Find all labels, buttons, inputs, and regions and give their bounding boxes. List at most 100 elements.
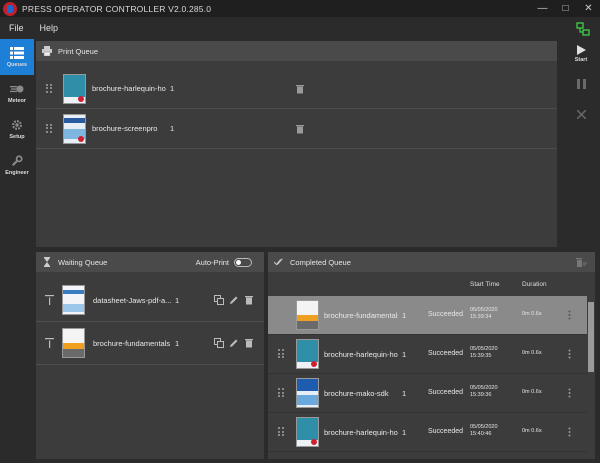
left-navigation: Queues Meteor Setup Engineer xyxy=(0,39,34,463)
gear-icon xyxy=(12,119,22,130)
nav-queues[interactable]: Queues xyxy=(0,39,34,75)
more-options-icon[interactable] xyxy=(568,388,571,398)
job-name: brochure-screenpro xyxy=(92,124,158,133)
document-thumbnail xyxy=(296,300,319,330)
table-row[interactable]: brochure-harlequin-ho... 1 Succeeded 05/… xyxy=(268,413,595,452)
job-copies: 1 xyxy=(402,389,407,398)
menu-file[interactable]: File xyxy=(0,23,32,33)
document-thumbnail xyxy=(63,113,86,144)
job-copies: 1 xyxy=(170,124,175,133)
nav-engineer[interactable]: Engineer xyxy=(0,147,34,183)
job-start-time: 05/05/2020 15:39:36 xyxy=(470,385,498,398)
completed-queue-columns: Start Time Duration xyxy=(268,272,595,296)
document-thumbnail xyxy=(62,328,85,358)
clear-all-icon[interactable] xyxy=(576,257,587,267)
job-status: Succeeded xyxy=(428,428,464,435)
maximize-button[interactable]: □ xyxy=(554,0,577,17)
job-duration: 0m 0.6s xyxy=(522,311,542,317)
start-button[interactable]: Start xyxy=(562,39,600,69)
document-thumbnail xyxy=(296,378,319,408)
document-thumbnail xyxy=(63,73,86,104)
close-button[interactable]: ✕ xyxy=(577,0,600,17)
scrollbar-thumb[interactable] xyxy=(588,302,594,372)
table-row[interactable]: brochure-fundamentals 1 xyxy=(36,322,264,365)
menu-bar: File Help xyxy=(0,17,600,39)
completed-queue-title: Completed Queue xyxy=(290,257,351,267)
trash-icon[interactable] xyxy=(295,84,305,94)
edit-icon[interactable] xyxy=(229,338,239,348)
drag-handle-icon[interactable] xyxy=(46,83,52,94)
drag-handle-icon[interactable] xyxy=(278,349,284,359)
completed-queue-scrollbar[interactable] xyxy=(587,296,595,459)
waiting-queue-title: Waiting Queue xyxy=(58,257,108,267)
trash-icon[interactable] xyxy=(244,295,254,305)
completed-queue-panel: Completed Queue Start Time Duration broc… xyxy=(268,252,595,459)
table-row[interactable]: brochure-fundamentals 1 Succeeded 05/05/… xyxy=(268,296,595,335)
nav-meteor[interactable]: Meteor xyxy=(0,75,34,111)
trash-icon[interactable] xyxy=(295,124,305,134)
wrench-icon xyxy=(11,154,23,166)
right-action-bar: Start xyxy=(562,39,600,259)
job-copies: 1 xyxy=(170,84,175,93)
job-status: Succeeded xyxy=(428,389,464,396)
job-name: brochure-fundamentals xyxy=(324,311,398,320)
print-queue-panel: Print Queue brochure-harlequin-ho... 1 b… xyxy=(36,41,557,247)
hourglass-icon xyxy=(44,257,50,267)
job-duration: 0m 0.6s xyxy=(522,428,542,434)
printer-icon xyxy=(42,46,52,56)
copy-icon[interactable] xyxy=(214,338,224,348)
job-start-time: 05/05/2020 15:39:34 xyxy=(470,307,498,320)
job-duration: 0m 0.6s xyxy=(522,350,542,356)
copy-icon[interactable] xyxy=(214,295,224,305)
job-name: brochure-mako-sdk xyxy=(324,389,389,398)
column-start-time: Start Time xyxy=(470,281,500,288)
waiting-queue-header: Waiting Queue Auto-Print xyxy=(36,252,264,272)
nav-setup[interactable]: Setup xyxy=(0,111,34,147)
table-row[interactable]: brochure-mako-sdk 1 Succeeded 05/05/2020… xyxy=(268,374,595,413)
more-options-icon[interactable] xyxy=(568,310,571,320)
job-start-time: 05/05/2020 15:40:46 xyxy=(470,424,498,437)
cancel-button[interactable] xyxy=(562,99,600,129)
column-duration: Duration xyxy=(522,281,547,288)
nav-meteor-label: Meteor xyxy=(7,97,27,104)
drag-handle-icon[interactable] xyxy=(278,427,284,437)
autoprint-toggle[interactable] xyxy=(234,257,252,267)
more-options-icon[interactable] xyxy=(568,427,571,437)
table-row[interactable]: datasheet-Jaws-pdf-a... 1 xyxy=(36,279,264,322)
network-connected-icon[interactable] xyxy=(576,22,590,36)
row-actions xyxy=(214,338,254,348)
pause-icon xyxy=(576,79,586,89)
window-controls: — □ ✕ xyxy=(531,0,600,17)
drag-handle-icon[interactable] xyxy=(278,310,284,320)
print-queue-title: Print Queue xyxy=(58,46,99,56)
edit-icon[interactable] xyxy=(229,295,239,305)
job-status: Succeeded xyxy=(428,350,464,357)
drag-handle-icon[interactable] xyxy=(278,388,284,398)
close-icon xyxy=(576,109,586,119)
job-copies: 1 xyxy=(402,311,407,320)
table-row[interactable]: brochure-harlequin-ho... 1 xyxy=(36,69,557,109)
double-check-icon xyxy=(274,258,283,266)
move-to-top-icon[interactable] xyxy=(45,295,54,305)
table-row[interactable]: brochure-screenpro 1 xyxy=(36,109,557,149)
meteor-icon xyxy=(10,85,24,92)
nav-queues-label: Queues xyxy=(6,61,28,68)
document-thumbnail xyxy=(296,339,319,369)
job-duration: 0m 0.6s xyxy=(522,389,542,395)
window-title: PRESS OPERATOR CONTROLLER V2.0.285.0 xyxy=(22,3,212,14)
move-to-top-icon[interactable] xyxy=(45,338,54,348)
autoprint-control: Auto-Print xyxy=(196,257,252,267)
document-thumbnail xyxy=(62,285,85,315)
table-row[interactable]: brochure-harlequin-ho... 1 Succeeded 05/… xyxy=(268,335,595,374)
pause-button[interactable] xyxy=(562,69,600,99)
job-name: brochure-harlequin-ho... xyxy=(324,428,398,437)
job-copies: 1 xyxy=(402,428,407,437)
minimize-button[interactable]: — xyxy=(531,0,554,17)
job-copies: 1 xyxy=(175,338,180,348)
drag-handle-icon[interactable] xyxy=(46,123,52,134)
job-name: brochure-fundamentals xyxy=(93,338,171,348)
nav-engineer-label: Engineer xyxy=(5,169,29,176)
more-options-icon[interactable] xyxy=(568,349,571,359)
trash-icon[interactable] xyxy=(244,338,254,348)
menu-help[interactable]: Help xyxy=(32,23,67,33)
